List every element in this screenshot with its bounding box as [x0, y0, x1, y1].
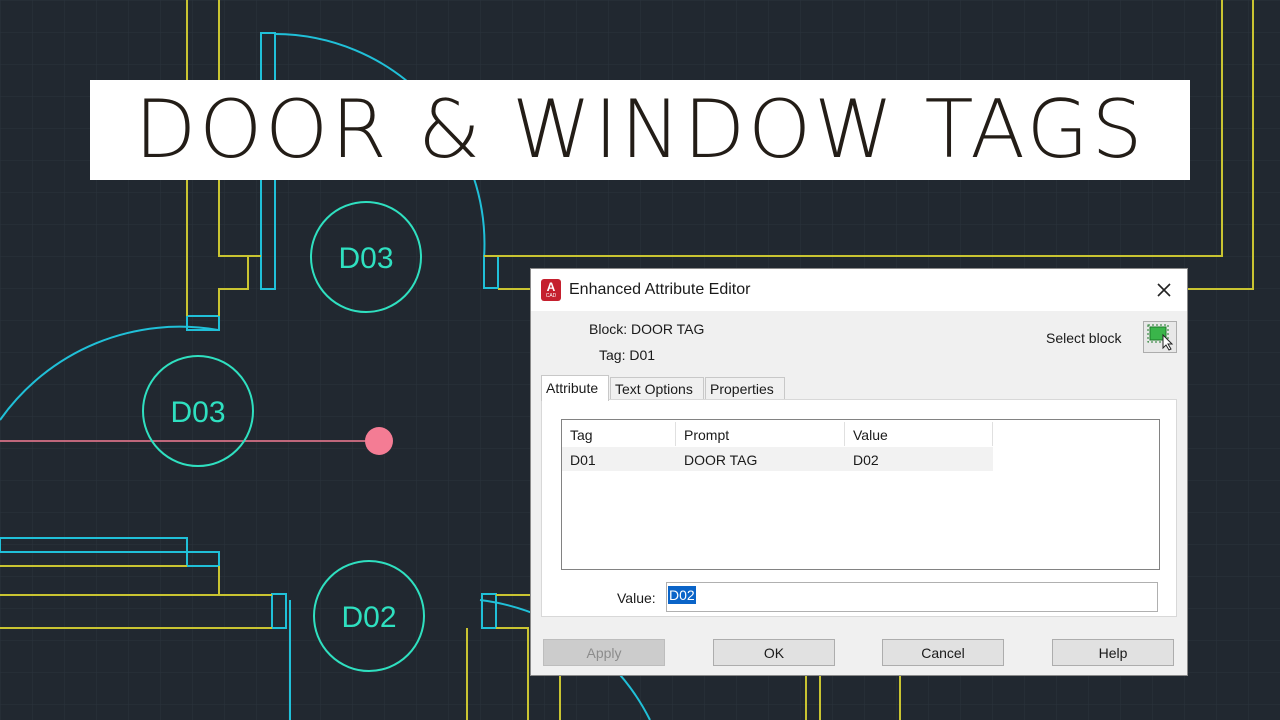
- value-label: Value:: [617, 590, 656, 606]
- list-cell-tag: D01: [570, 452, 596, 468]
- list-cell-prompt: DOOR TAG: [684, 452, 758, 468]
- block-label: Block:: [589, 321, 628, 337]
- title-banner: DOOR & WINDOW TAGS: [90, 80, 1190, 180]
- tag-value: D01: [629, 347, 656, 363]
- dialog-title: Enhanced Attribute Editor: [569, 281, 751, 298]
- tab-attribute[interactable]: Attribute: [541, 375, 609, 401]
- value-input[interactable]: D02: [666, 582, 1158, 612]
- tag-label: D03: [338, 242, 393, 275]
- apply-button[interactable]: Apply: [543, 639, 665, 666]
- column-header-tag[interactable]: Tag: [562, 422, 676, 446]
- cancel-button[interactable]: Cancel: [882, 639, 1004, 666]
- tag-label: Tag:: [599, 347, 626, 363]
- close-icon: [1157, 283, 1171, 297]
- column-header-value[interactable]: Value: [845, 422, 993, 446]
- value-input-text: D02: [668, 586, 696, 604]
- tag-info: Tag: D01: [599, 347, 655, 363]
- select-block-button[interactable]: [1143, 321, 1177, 353]
- grip-point[interactable]: [365, 427, 393, 455]
- close-button[interactable]: [1141, 269, 1187, 311]
- autocad-app-icon: A CAD: [541, 279, 561, 301]
- select-block-label: Select block: [1046, 330, 1122, 346]
- help-button[interactable]: Help: [1052, 639, 1174, 666]
- block-value: DOOR TAG: [631, 321, 705, 337]
- tab-text-options[interactable]: Text Options: [610, 377, 704, 399]
- enhanced-attribute-editor-dialog: A CAD Enhanced Attribute Editor Block: D…: [530, 268, 1188, 676]
- ok-button[interactable]: OK: [713, 639, 835, 666]
- tab-properties[interactable]: Properties: [705, 377, 785, 399]
- banner-title: DOOR & WINDOW TAGS: [134, 83, 1146, 176]
- block-info: Block: DOOR TAG: [589, 321, 704, 337]
- list-cell-value: D02: [853, 452, 879, 468]
- tag-label: D02: [341, 601, 396, 634]
- dialog-titlebar[interactable]: A CAD Enhanced Attribute Editor: [531, 269, 1187, 311]
- tag-label: D03: [170, 396, 225, 429]
- list-item[interactable]: D01 DOOR TAG D02: [562, 447, 993, 471]
- select-block-icon: [1147, 324, 1174, 351]
- list-header: Tag Prompt Value: [562, 422, 993, 446]
- column-header-prompt[interactable]: Prompt: [676, 422, 845, 446]
- attribute-list[interactable]: Tag Prompt Value D01 DOOR TAG D02: [561, 419, 1160, 570]
